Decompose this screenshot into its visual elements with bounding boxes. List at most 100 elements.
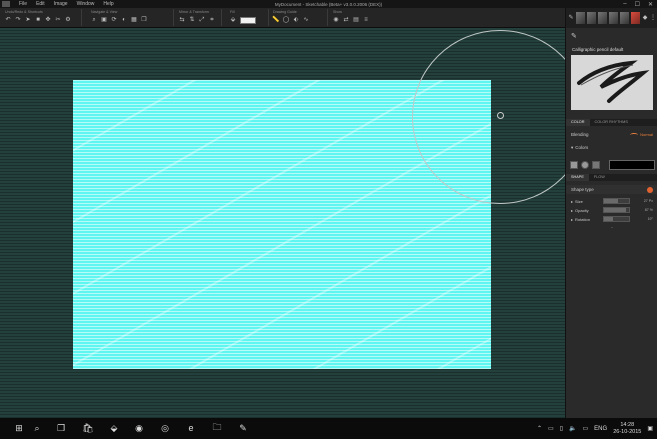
current-color-swatch[interactable] bbox=[609, 160, 655, 170]
fill-color-swatch[interactable] bbox=[240, 17, 256, 24]
shape-circle-icon[interactable] bbox=[647, 186, 653, 193]
brush-thumb[interactable] bbox=[598, 12, 607, 24]
menu-image[interactable]: Image bbox=[54, 1, 68, 7]
zoom-icon[interactable]: ⌕ bbox=[91, 17, 97, 23]
toolbar-group-guide: Drawing Guide 📏 ◯ ⬖ ∿ bbox=[270, 9, 328, 26]
record-icon[interactable]: ■ bbox=[35, 17, 41, 23]
slider-track[interactable] bbox=[603, 207, 631, 213]
brush-tool-icon[interactable]: ✎ bbox=[568, 15, 574, 21]
file-explorer-icon[interactable]: 🗀 bbox=[210, 421, 224, 435]
settings-icon[interactable]: ⚙ bbox=[65, 17, 71, 23]
sketchable-icon[interactable]: ✎ bbox=[236, 421, 250, 435]
toolbar-group-undo: Undo/Redo & Shortcuts ↶ ↷ ➤ ■ ✥ ✂ ⚙ bbox=[2, 9, 82, 26]
app-icon[interactable]: ⬙ bbox=[107, 421, 121, 435]
blending-row[interactable]: Blending Normal bbox=[566, 130, 657, 139]
slider-label: Opacity bbox=[575, 207, 589, 213]
menu-edit[interactable]: Edit bbox=[36, 1, 45, 7]
toolbar-group-label: Drawing Guide bbox=[273, 10, 297, 14]
shape-type-row[interactable]: Shape type bbox=[566, 185, 657, 194]
shape-tabs: SHAPE FLOW bbox=[566, 174, 657, 181]
tab-flow[interactable]: FLOW bbox=[589, 174, 610, 181]
brush-strip: ✎ ◆ ⋮ bbox=[566, 8, 657, 28]
redo-icon[interactable]: ↷ bbox=[15, 17, 21, 23]
flip-h-icon[interactable]: ⇆ bbox=[179, 17, 185, 23]
zoom-fit-icon[interactable]: ▣ bbox=[101, 17, 107, 23]
slider-row-rotation[interactable]: ▸ Rotation 19° bbox=[566, 215, 657, 223]
maximize-button[interactable]: ☐ bbox=[635, 1, 640, 8]
brightness-icon[interactable]: ◐ bbox=[121, 17, 127, 23]
edge-icon[interactable]: e bbox=[184, 421, 198, 435]
color-mode-icon[interactable] bbox=[570, 161, 578, 169]
cursor-icon[interactable]: ➤ bbox=[25, 17, 31, 23]
menu-file[interactable]: File bbox=[19, 1, 27, 7]
brush-thumb[interactable] bbox=[620, 12, 629, 24]
tab-color-rhythms[interactable]: COLOR RHYTHMS bbox=[590, 119, 633, 126]
slider-track[interactable] bbox=[603, 216, 631, 222]
toolbar-group-label: Fill bbox=[230, 10, 235, 14]
transform-icon[interactable]: ⤢ bbox=[199, 17, 205, 23]
language-indicator[interactable]: ENG bbox=[594, 426, 607, 432]
slider-track[interactable] bbox=[603, 198, 631, 204]
slider-fill bbox=[604, 217, 613, 221]
eye-icon[interactable]: ◉ bbox=[333, 17, 339, 23]
brush-thumb[interactable] bbox=[576, 12, 585, 24]
search-icon[interactable]: ⌕ bbox=[30, 421, 44, 435]
minimize-button[interactable]: – bbox=[623, 1, 626, 7]
ellipse-icon[interactable]: ◯ bbox=[283, 17, 290, 23]
workspace[interactable] bbox=[0, 28, 565, 418]
eraser-icon[interactable]: ◆ bbox=[642, 15, 648, 21]
slider-row-size[interactable]: ▸ Size 27 Px bbox=[566, 197, 657, 205]
volume-icon[interactable]: 🔈 bbox=[569, 425, 576, 432]
toolbar-group-label: Mirror & Transform bbox=[179, 10, 209, 14]
chrome-icon[interactable]: ◉ bbox=[132, 421, 146, 435]
tab-color[interactable]: COLOR bbox=[566, 119, 590, 126]
perspective-icon[interactable]: ⬖ bbox=[293, 17, 299, 23]
menu-window[interactable]: Window bbox=[77, 1, 95, 7]
brush-thumb[interactable] bbox=[609, 12, 618, 24]
colors-header[interactable]: ▾ Colors bbox=[566, 143, 657, 152]
rotate-icon[interactable]: ⟳ bbox=[111, 17, 117, 23]
action-center-icon[interactable]: ▣ bbox=[647, 425, 653, 432]
menu-icon[interactable]: ≡ bbox=[363, 17, 369, 23]
network-icon[interactable]: ▭ bbox=[548, 425, 554, 432]
menu-help[interactable]: Help bbox=[103, 1, 113, 7]
undo-icon[interactable]: ↶ bbox=[5, 17, 11, 23]
crop-icon[interactable]: ⌗ bbox=[209, 17, 215, 23]
slider-value: 27 Px bbox=[643, 199, 653, 203]
battery-icon[interactable]: ▯ bbox=[560, 425, 563, 432]
flip-v-icon[interactable]: ⇅ bbox=[189, 17, 195, 23]
clock[interactable]: 14:28 26-10-2015 bbox=[613, 422, 641, 436]
slider-row-opacity[interactable]: ▸ Opacity 87 % bbox=[566, 206, 657, 214]
brush-thumb-active[interactable] bbox=[631, 12, 640, 24]
colors-label: Colors bbox=[575, 145, 589, 150]
layers-icon[interactable]: ❐ bbox=[141, 17, 147, 23]
slider-label: Size bbox=[575, 198, 583, 204]
chevron-right-icon: ▸ bbox=[571, 216, 574, 222]
toolbar-group-show: Show ◉ ⇄ ▤ ≡ bbox=[330, 9, 382, 26]
preset-name: Calligraphic pencil default bbox=[572, 47, 624, 52]
blending-value[interactable]: Normal bbox=[640, 132, 653, 137]
grid-icon[interactable]: ▦ bbox=[131, 17, 137, 23]
scissors-icon[interactable]: ✂ bbox=[55, 17, 61, 23]
gallery-icon[interactable]: ▤ bbox=[353, 17, 359, 23]
ruler-icon[interactable]: 📏 bbox=[272, 17, 279, 23]
more-icon[interactable]: ⋮ bbox=[650, 15, 656, 21]
task-view-icon[interactable]: ❐ bbox=[54, 421, 68, 435]
color-palette-icon[interactable] bbox=[592, 161, 600, 169]
sync-icon[interactable]: ⇄ bbox=[343, 17, 349, 23]
brush-thumb[interactable] bbox=[587, 12, 596, 24]
toolbar-group-label: Undo/Redo & Shortcuts bbox=[5, 10, 43, 14]
lasso-icon[interactable]: ∿ bbox=[303, 17, 309, 23]
store-icon[interactable]: 🛍 bbox=[81, 421, 95, 435]
toolbar-group-label: Show bbox=[333, 10, 342, 14]
color-picker-icon[interactable] bbox=[581, 161, 589, 169]
move-icon[interactable]: ✥ bbox=[45, 17, 51, 23]
spotify-icon[interactable]: ◎ bbox=[158, 421, 172, 435]
panel-collapse-icon[interactable]: ⌄ bbox=[566, 224, 657, 229]
close-button[interactable]: ✕ bbox=[648, 1, 653, 8]
fill-icon[interactable]: ⬙ bbox=[230, 17, 236, 23]
notification-icon[interactable]: ▭ bbox=[583, 425, 589, 432]
tab-shape[interactable]: SHAPE bbox=[566, 174, 589, 181]
chevron-up-icon[interactable]: ⌃ bbox=[537, 425, 542, 432]
windows-start-icon[interactable]: ⊞ bbox=[12, 421, 26, 435]
